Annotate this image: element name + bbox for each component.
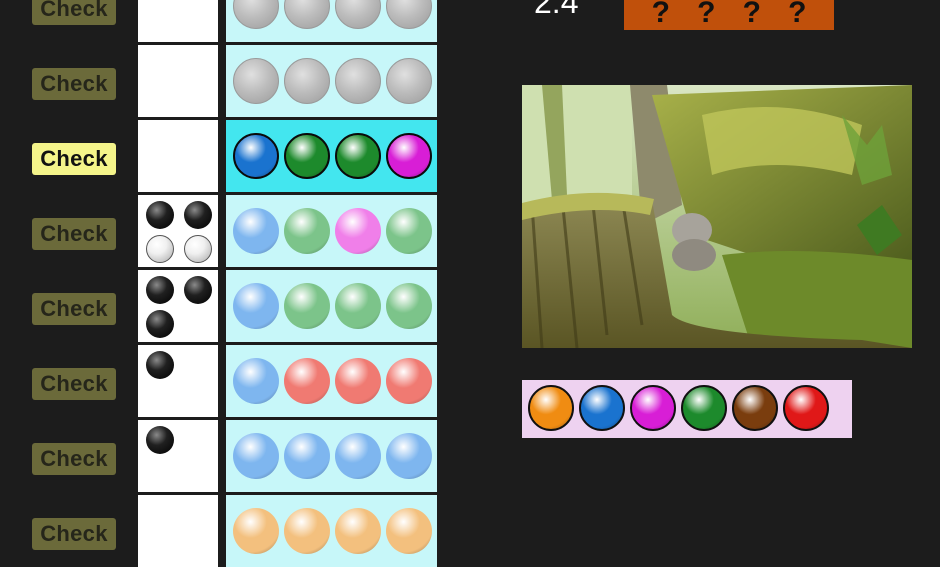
red-palette-peg[interactable] [783, 385, 829, 431]
scenery-image [522, 85, 912, 348]
salmon-peg-slot[interactable] [335, 358, 381, 404]
lightblue-peg-slot[interactable] [386, 433, 432, 479]
check-button[interactable]: Check [32, 0, 116, 25]
score-display: 2:4 [534, 0, 579, 20]
color-palette [522, 380, 852, 438]
empty-peg-slot[interactable] [284, 0, 330, 29]
guess-row [226, 120, 437, 192]
check-button[interactable]: Check [32, 68, 116, 100]
lightblue-peg-slot[interactable] [233, 208, 279, 254]
guess-row [226, 0, 437, 42]
lightblue-peg-slot[interactable] [233, 433, 279, 479]
green-peg-slot[interactable] [284, 133, 330, 179]
empty-peg-slot[interactable] [386, 58, 432, 104]
check-button[interactable]: Check [32, 443, 116, 475]
black-feedback-pin [146, 426, 174, 454]
feedback-box [138, 345, 218, 417]
check-button[interactable]: Check [32, 218, 116, 250]
empty-peg-slot[interactable] [386, 0, 432, 29]
guess-row [226, 495, 437, 567]
salmon-peg-slot[interactable] [284, 358, 330, 404]
game-board: 2:4 ???? Check Check Check Check Check Chec [0, 0, 940, 567]
feedback-box [138, 195, 218, 267]
feedback-box [138, 495, 218, 567]
magenta-palette-peg[interactable] [630, 385, 676, 431]
lightblue-peg-slot[interactable] [233, 283, 279, 329]
lightblue-peg-slot[interactable] [335, 433, 381, 479]
blue-palette-peg[interactable] [579, 385, 625, 431]
feedback-box [138, 270, 218, 342]
peach-peg-slot[interactable] [233, 508, 279, 554]
lightblue-peg-slot[interactable] [284, 433, 330, 479]
lightgreen-peg-slot[interactable] [284, 283, 330, 329]
peach-peg-slot[interactable] [386, 508, 432, 554]
feedback-box [138, 45, 218, 117]
black-feedback-pin [146, 276, 174, 304]
check-button[interactable]: Check [32, 293, 116, 325]
hidden-peg-mark: ? [697, 0, 716, 29]
black-feedback-pin [146, 201, 174, 229]
lightgreen-peg-slot[interactable] [284, 208, 330, 254]
guess-row [226, 345, 437, 417]
peach-peg-slot[interactable] [335, 508, 381, 554]
check-button[interactable]: Check [32, 143, 116, 175]
black-feedback-pin [146, 310, 174, 338]
hidden-peg-mark: ? [742, 0, 761, 29]
check-button[interactable]: Check [32, 368, 116, 400]
white-feedback-pin [146, 235, 174, 263]
hidden-peg-mark: ? [651, 0, 670, 29]
guess-row [226, 45, 437, 117]
empty-peg-slot[interactable] [335, 58, 381, 104]
black-feedback-pin [184, 201, 212, 229]
green-peg-slot[interactable] [335, 133, 381, 179]
lightgreen-peg-slot[interactable] [335, 283, 381, 329]
pink-peg-slot[interactable] [335, 208, 381, 254]
guess-row [226, 270, 437, 342]
guess-row [226, 195, 437, 267]
salmon-peg-slot[interactable] [386, 358, 432, 404]
secret-code-panel: ???? [624, 0, 834, 30]
green-palette-peg[interactable] [681, 385, 727, 431]
feedback-box [138, 0, 218, 42]
orange-palette-peg[interactable] [528, 385, 574, 431]
empty-peg-slot[interactable] [233, 0, 279, 29]
lightgreen-peg-slot[interactable] [386, 208, 432, 254]
hidden-peg-mark: ? [788, 0, 807, 29]
white-feedback-pin [184, 235, 212, 263]
guess-row [226, 420, 437, 492]
brown-palette-peg[interactable] [732, 385, 778, 431]
empty-peg-slot[interactable] [335, 0, 381, 29]
empty-peg-slot[interactable] [284, 58, 330, 104]
feedback-box [138, 120, 218, 192]
magenta-peg-slot[interactable] [386, 133, 432, 179]
empty-peg-slot[interactable] [233, 58, 279, 104]
lightgreen-peg-slot[interactable] [386, 283, 432, 329]
black-feedback-pin [146, 351, 174, 379]
blue-peg-slot[interactable] [233, 133, 279, 179]
peach-peg-slot[interactable] [284, 508, 330, 554]
feedback-box [138, 420, 218, 492]
black-feedback-pin [184, 276, 212, 304]
check-button[interactable]: Check [32, 518, 116, 550]
lightblue-peg-slot[interactable] [233, 358, 279, 404]
